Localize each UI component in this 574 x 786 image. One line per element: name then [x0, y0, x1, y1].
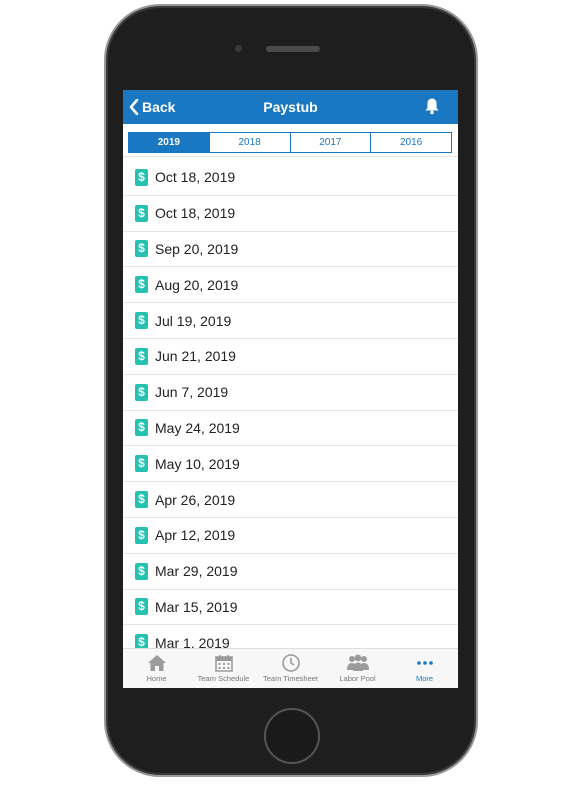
tab-2017[interactable]: 2017 [289, 133, 371, 152]
people-icon [345, 653, 371, 673]
nav-label: Labor Pool [339, 674, 376, 683]
dollar-icon: $ [135, 455, 148, 473]
year-tabs: 2019 2018 2017 2016 [128, 132, 452, 153]
paystub-row[interactable]: $ Aug 20, 2019 [123, 267, 458, 304]
dollar-icon: $ [135, 491, 148, 509]
paystub-date: Mar 15, 2019 [155, 598, 238, 615]
paystub-row[interactable]: $ Apr 26, 2019 [123, 482, 458, 518]
paystub-row[interactable]: $ Oct 18, 2019 [123, 196, 458, 232]
nav-team-timesheet[interactable]: Team Timesheet [257, 649, 324, 688]
nav-label: More [415, 674, 434, 683]
paystub-row[interactable]: $ May 24, 2019 [123, 411, 458, 447]
clock-icon [281, 653, 301, 673]
paystub-date: Apr 12, 2019 [155, 527, 236, 544]
paystub-row[interactable]: $ May 10, 2019 [123, 446, 458, 483]
paystub-row[interactable]: $ Jun 7, 2019 [123, 375, 458, 411]
more-icon [414, 653, 436, 673]
paystub-date: Jul 19, 2019 [155, 312, 232, 329]
paystub-row[interactable]: $ Jun 21, 2019 [123, 339, 458, 375]
dollar-icon: $ [135, 312, 148, 330]
paystub-date: Jun 21, 2019 [155, 348, 236, 365]
paystub-row[interactable]: $ Apr 12, 2019 [123, 518, 458, 554]
paystub-date: Sep 20, 2019 [155, 240, 239, 257]
paystub-date: May 10, 2019 [155, 455, 240, 472]
dollar-icon: $ [135, 562, 148, 580]
paystub-date: Oct 18, 2019 [155, 169, 236, 186]
nav-label: Team Schedule [197, 674, 250, 683]
tab-2018[interactable]: 2018 [208, 133, 290, 152]
dollar-icon: $ [135, 526, 148, 544]
front-camera [235, 45, 242, 52]
tab-2016[interactable]: 2016 [370, 133, 451, 152]
dollar-icon: $ [135, 347, 148, 365]
nav-home[interactable]: Home [123, 649, 190, 688]
nav-label: Home [146, 674, 167, 683]
nav-labor-pool[interactable]: Labor Pool [324, 649, 391, 688]
paystub-date: Jun 7, 2019 [155, 384, 229, 401]
page-title: Paystub [263, 99, 318, 115]
bell-icon[interactable] [424, 97, 440, 115]
paystub-date: Aug 20, 2019 [155, 276, 239, 293]
dollar-icon: $ [135, 598, 148, 616]
dollar-icon: $ [135, 204, 148, 222]
dollar-icon: $ [135, 383, 148, 401]
app-screen: Back Paystub 2019 2018 2017 2016 $ Oct 18, 2… [123, 90, 458, 688]
nav-team-schedule[interactable]: Team Schedule [190, 649, 257, 688]
tab-2019[interactable]: 2019 [129, 133, 209, 152]
bottom-nav: Home Team Schedule Team Timesheet Labor Poo… [123, 648, 458, 688]
year-tabs-bar: 2019 2018 2017 2016 [123, 124, 458, 157]
calendar-icon [214, 653, 234, 673]
home-icon [146, 653, 168, 673]
app-header: Back Paystub [123, 90, 458, 124]
paystub-list: $ Oct 18, 2019 $ Oct 18, 2019 $ Sep 20, 2019 $… [123, 160, 458, 662]
nav-more[interactable]: More [391, 649, 458, 688]
paystub-date: May 24, 2019 [155, 419, 240, 436]
dollar-icon: $ [135, 419, 148, 437]
paystub-date: Mar 29, 2019 [155, 563, 238, 580]
paystub-row[interactable]: $ Mar 29, 2019 [123, 554, 458, 590]
dollar-icon: $ [135, 276, 148, 294]
dollar-icon: $ [135, 240, 148, 258]
home-hardware-button[interactable] [264, 708, 320, 764]
paystub-row[interactable]: $ Mar 15, 2019 [123, 590, 458, 626]
dollar-icon: $ [135, 168, 148, 186]
earpiece-speaker [266, 46, 320, 52]
paystub-date: Oct 18, 2019 [155, 205, 236, 222]
paystub-row[interactable]: $ Oct 18, 2019 [123, 160, 458, 196]
paystub-row[interactable]: $ Jul 19, 2019 [123, 303, 458, 339]
paystub-row[interactable]: $ Sep 20, 2019 [123, 232, 458, 268]
paystub-date: Apr 26, 2019 [155, 491, 236, 508]
nav-label: Team Timesheet [262, 674, 319, 683]
